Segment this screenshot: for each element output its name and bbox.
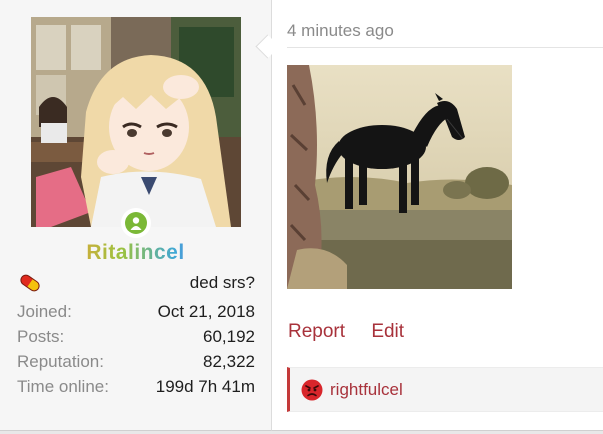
user-stats: Joined: Oct 21, 2018 Posts: 60,192 Reput… xyxy=(17,299,255,399)
pill-icon xyxy=(18,274,42,297)
stat-label: Joined: xyxy=(17,302,72,321)
post-image[interactable] xyxy=(287,65,512,289)
user-title-row: ded srs? xyxy=(18,270,255,296)
stat-time-online: Time online: 199d 7h 41m xyxy=(17,374,255,399)
stat-value: 82,322 xyxy=(203,352,255,371)
stat-value: Oct 21, 2018 xyxy=(157,302,255,321)
post-container: Ritalincel ded srs? Joined: Oct 21, 2018 xyxy=(0,0,603,434)
stat-reputation: Reputation: 82,322 xyxy=(17,349,255,374)
user-panel: Ritalincel ded srs? Joined: Oct 21, 2018 xyxy=(0,0,272,431)
avatar[interactable] xyxy=(31,17,241,227)
stat-joined: Joined: Oct 21, 2018 xyxy=(17,299,255,324)
user-title: ded srs? xyxy=(189,273,255,292)
post-actions: Report Edit xyxy=(288,321,425,343)
stat-value: 199d 7h 41m xyxy=(155,377,255,396)
reaction-bar: rightfulcel xyxy=(287,367,603,412)
stat-label: Posts: xyxy=(17,327,65,346)
username[interactable]: Ritalincel xyxy=(0,241,271,265)
post-body: 4 minutes ago Report Edit rightfulcel xyxy=(272,0,603,431)
post-timestamp[interactable]: 4 minutes ago xyxy=(287,21,394,41)
edit-link[interactable]: Edit xyxy=(371,321,404,342)
stat-label: Time online: xyxy=(17,377,109,396)
divider xyxy=(287,47,603,48)
stat-posts: Posts: 60,192 xyxy=(17,324,255,349)
anime-avatar-image xyxy=(31,17,241,227)
horse-image xyxy=(287,65,512,289)
stat-label: Reputation: xyxy=(17,352,104,371)
reaction-username[interactable]: rightfulcel xyxy=(330,380,403,400)
stat-value: 60,192 xyxy=(203,327,255,346)
angry-face-icon xyxy=(301,379,323,406)
report-link[interactable]: Report xyxy=(288,321,345,342)
online-status-icon xyxy=(121,208,151,238)
